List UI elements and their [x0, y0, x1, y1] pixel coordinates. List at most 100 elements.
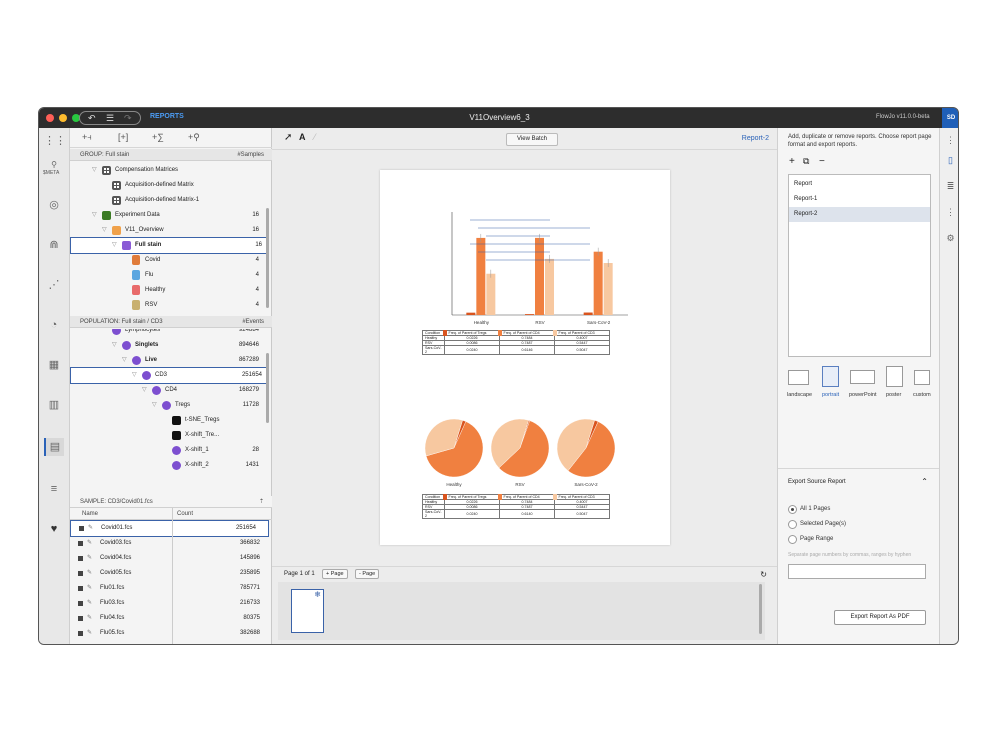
tree-row[interactable]: Healthy 4: [70, 283, 265, 298]
tree-row[interactable]: Acquisition-defined Matrix-1: [70, 193, 265, 208]
group-scrollbar[interactable]: [266, 208, 269, 308]
export-pdf-button[interactable]: Export Report As PDF: [834, 610, 926, 625]
add-page-button[interactable]: + Page: [322, 569, 348, 579]
export-section-header[interactable]: Export Source Report ⌃: [778, 468, 940, 494]
table-row[interactable]: ✎ Covid05.fcs 235895: [70, 566, 272, 581]
format-custom[interactable]: [914, 370, 930, 385]
page-thumbnail[interactable]: ❄: [291, 589, 324, 633]
population-row[interactable]: X-shift_Tre...: [70, 428, 265, 443]
pencil-icon[interactable]: ✎: [87, 626, 92, 641]
pin-icon[interactable]: ⇡: [259, 496, 264, 508]
table-row[interactable]: ✎ Covid01.fcs 251654: [70, 520, 269, 537]
col-name[interactable]: Name: [82, 508, 98, 520]
add-sample-icon[interactable]: +⫞: [82, 132, 92, 143]
population-row-selected[interactable]: ▽ CD3 251654: [70, 367, 269, 384]
page-range-input[interactable]: [788, 564, 926, 579]
population-row[interactable]: ▽ Singlets 894646: [70, 338, 265, 353]
table-tool-icon[interactable]: ▦: [44, 356, 64, 374]
pie-charts[interactable]: Healthy RSV Sars-CoV-2: [380, 410, 670, 490]
view-batch-button[interactable]: View Batch: [506, 133, 558, 146]
population-row[interactable]: t-SNE_Tregs: [70, 413, 265, 428]
document-icon[interactable]: ▯: [944, 154, 957, 167]
population-row[interactable]: X-shift_2 1431: [70, 458, 265, 473]
format-powerpoint[interactable]: [850, 370, 875, 384]
pencil-icon[interactable]: ✎: [88, 521, 93, 536]
table-row[interactable]: ✎ Covid04.fcs 145896: [70, 551, 272, 566]
thumb-scrollbar[interactable]: [759, 584, 762, 634]
population-row[interactable]: ▽ Tregs 11728: [70, 398, 265, 413]
tree-row[interactable]: Acquisition-defined Matrix: [70, 178, 265, 193]
population-row[interactable]: ▽ Live 867289: [70, 353, 265, 368]
pencil-icon[interactable]: ✎: [87, 611, 92, 626]
chevron-down-icon[interactable]: ▽: [152, 398, 157, 413]
report-page[interactable]: Healthy RSV Sars-CoV-2 Condition Freq. of P…: [380, 170, 670, 545]
chevron-up-icon[interactable]: ⌃: [921, 469, 928, 495]
stats-table-2[interactable]: Condition Freq. of Parent of Tregs Freq. o…: [422, 494, 610, 519]
grid-menu-icon[interactable]: ⋮: [944, 134, 957, 147]
add-keyword-icon[interactable]: +⚲: [188, 132, 200, 143]
table-row[interactable]: ✎ Flu05.fcs 382688: [70, 626, 272, 641]
report-item-selected[interactable]: Report-2: [789, 207, 930, 222]
histogram-tool-icon[interactable]: ⋒: [44, 236, 64, 254]
sliders-icon[interactable]: ≣: [944, 180, 957, 193]
chevron-down-icon[interactable]: ▽: [102, 223, 107, 238]
radio-page-range[interactable]: [788, 535, 797, 544]
table-row[interactable]: ✎ Flu03.fcs 216733: [70, 596, 272, 611]
radio-all-pages[interactable]: [788, 505, 797, 514]
tree-row-selected[interactable]: ▽ Full stain 16: [70, 237, 269, 254]
tree-row[interactable]: ▽ Compensation Matrices: [70, 163, 265, 178]
plugins-icon[interactable]: ≡: [44, 480, 64, 498]
pencil-icon[interactable]: ✎: [87, 551, 92, 566]
bar-chart[interactable]: Healthy RSV Sars-CoV-2: [380, 170, 670, 330]
chevron-down-icon[interactable]: ▽: [132, 368, 137, 383]
add-stat-icon[interactable]: +∑: [152, 132, 164, 142]
chevron-down-icon[interactable]: ▽: [112, 238, 117, 253]
add-group-icon[interactable]: [+]: [118, 132, 128, 142]
table-row[interactable]: ✎ Covid03.fcs 366832: [70, 536, 272, 551]
population-row[interactable]: Lymphocytes 924884: [70, 329, 265, 338]
chevron-down-icon[interactable]: ▽: [112, 338, 117, 353]
population-scrollbar[interactable]: [266, 353, 269, 423]
pencil-icon[interactable]: ✎: [87, 536, 92, 551]
scatter-tool-icon[interactable]: ⋰: [44, 276, 64, 294]
table-row[interactable]: ✎ Flu04.fcs 80375: [70, 611, 272, 626]
radio-selected-pages[interactable]: [788, 520, 797, 529]
bar-chart-tool-icon[interactable]: ▥: [44, 396, 64, 414]
stats-table[interactable]: Condition Freq. of Parent of Tregs Freq. o…: [422, 330, 610, 355]
add-report-icon[interactable]: +: [789, 156, 795, 167]
pencil-icon[interactable]: ✎: [87, 581, 92, 596]
report-item[interactable]: Report: [789, 177, 930, 192]
stats-tool-icon[interactable]: ◔: [44, 316, 64, 334]
table-row[interactable]: ✎ Flu01.fcs 785771: [70, 581, 272, 596]
report-item[interactable]: Report-1: [789, 192, 930, 207]
chevron-down-icon[interactable]: ▽: [92, 208, 97, 223]
user-avatar[interactable]: SD: [942, 108, 958, 128]
remove-page-button[interactable]: - Page: [355, 569, 380, 579]
tree-row[interactable]: RSV 4: [70, 298, 265, 313]
population-row[interactable]: ▽ CD4 168279: [70, 383, 265, 398]
population-row[interactable]: X-shift_1 28: [70, 443, 265, 458]
pencil-icon[interactable]: ✎: [87, 566, 92, 581]
grid-menu-icon[interactable]: ⋮⋮: [44, 132, 66, 150]
gear-icon[interactable]: ⚙: [944, 232, 957, 245]
chevron-down-icon[interactable]: ▽: [142, 383, 147, 398]
col-count[interactable]: Count: [177, 508, 193, 520]
refresh-icon[interactable]: ↻: [760, 567, 767, 582]
pointer-tool-icon[interactable]: ➚: [284, 132, 292, 143]
line-tool-icon[interactable]: ⁄: [314, 132, 316, 142]
layout-tool-icon[interactable]: ▤: [44, 438, 64, 456]
remove-report-icon[interactable]: −: [819, 156, 825, 167]
chart-settings-icon[interactable]: ⋮: [944, 206, 957, 219]
pencil-icon[interactable]: ✎: [87, 596, 92, 611]
tree-row[interactable]: ▽ Experiment Data 16: [70, 208, 265, 223]
format-portrait[interactable]: [822, 366, 839, 387]
text-tool-icon[interactable]: A: [299, 132, 306, 142]
heart-icon[interactable]: ♥: [44, 520, 64, 538]
gate-tool-icon[interactable]: ◎: [44, 196, 64, 214]
format-poster[interactable]: [886, 366, 903, 387]
duplicate-report-icon[interactable]: ⧉: [803, 156, 809, 167]
tree-row[interactable]: ▽ V11_Overview 16: [70, 223, 265, 238]
chevron-down-icon[interactable]: ▽: [122, 353, 127, 368]
tree-row[interactable]: Flu 4: [70, 268, 265, 283]
format-landscape[interactable]: [788, 370, 809, 385]
